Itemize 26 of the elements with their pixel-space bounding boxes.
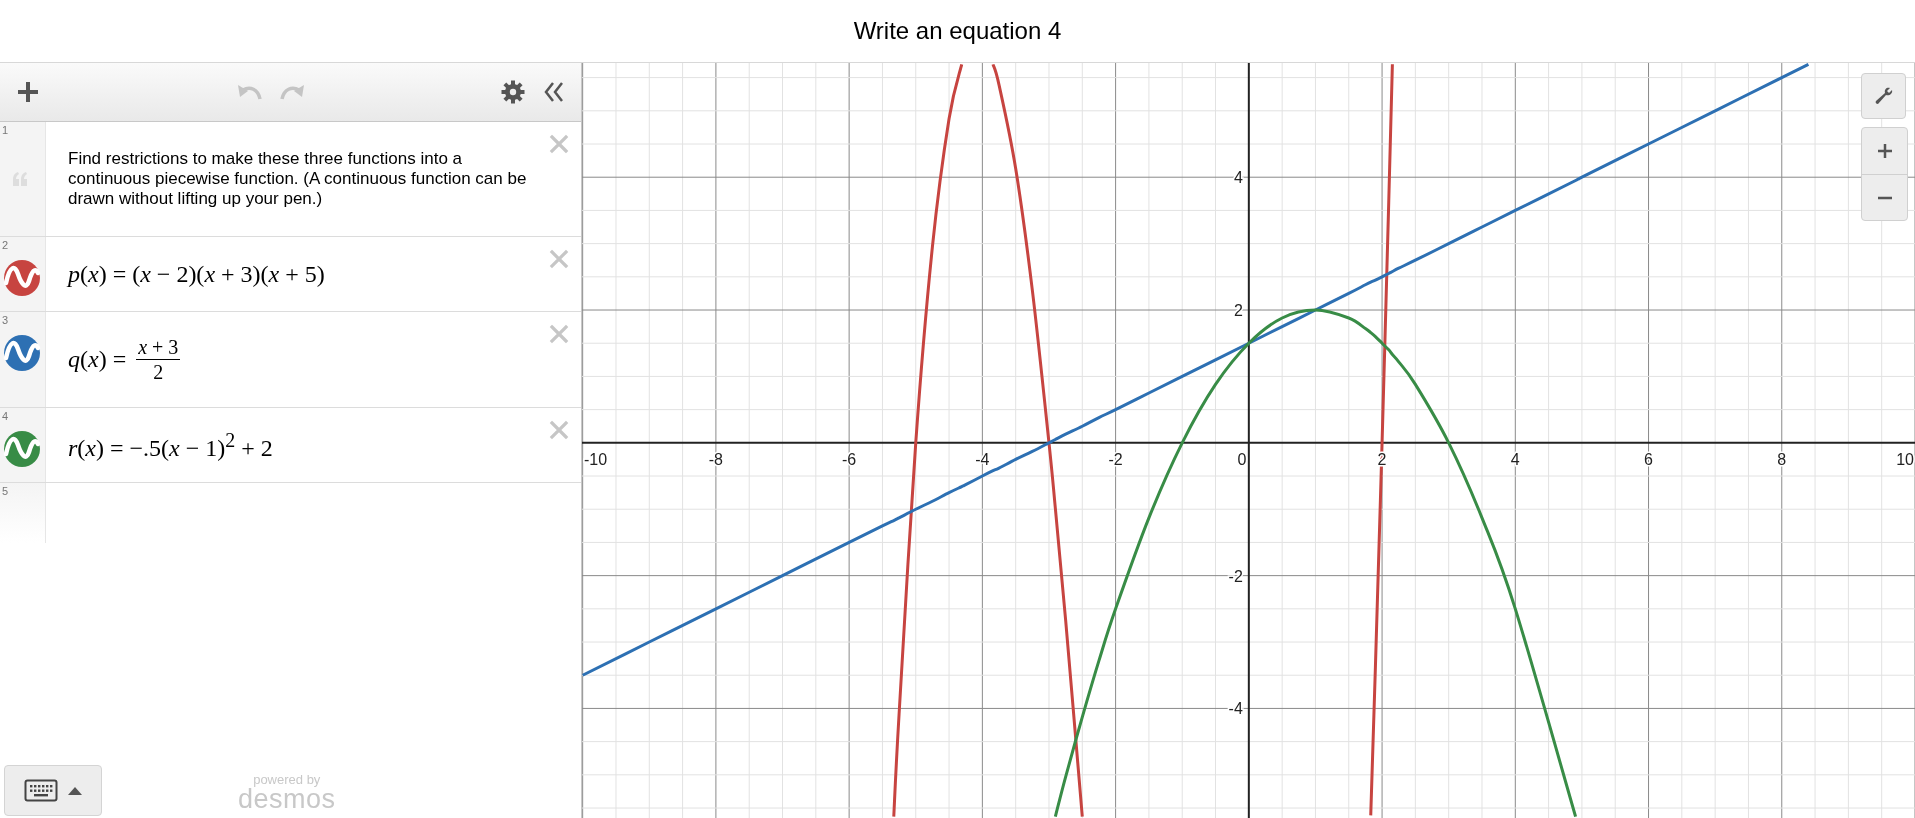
tick-label: 0 — [1237, 450, 1247, 468]
math-expression[interactable]: p(x) = (x − 2)(x + 3)(x + 5) — [68, 260, 325, 288]
tick-label: -4 — [975, 450, 990, 468]
page-title: Write an equation 4 — [853, 17, 1062, 45]
tick-label: -4 — [1228, 700, 1243, 718]
note-text: Find restrictions to make these three functions into a continuous piecewise function. (A continuous function can be drawn without lifting up your pen.) — [68, 148, 528, 210]
tick-label: 4 — [1233, 169, 1243, 187]
fraction-denominator: 2 — [152, 360, 165, 384]
row-number: 2 — [2, 239, 9, 251]
tick-label: 8 — [1777, 450, 1787, 468]
tick-label: 2 — [1233, 302, 1243, 319]
tick-label: -2 — [1108, 450, 1123, 468]
math-expression[interactable]: r(x) = −.5(x − 1)$^{2}$ + 2 — [68, 428, 273, 462]
tick-label: 6 — [1644, 450, 1653, 468]
math-expression[interactable]: q(x) = — [68, 346, 127, 373]
tick-label: 10 — [1896, 450, 1914, 468]
tick-label: -2 — [1228, 567, 1243, 585]
tick-label: -10 — [584, 450, 608, 468]
tick-label: -6 — [842, 450, 857, 468]
row-number: 1 — [2, 124, 9, 136]
fraction-numerator: x + 3 — [136, 335, 181, 360]
row-number: 5 — [2, 485, 9, 497]
row-number: 3 — [2, 314, 9, 326]
tick-label: -8 — [708, 450, 723, 468]
tick-label: 4 — [1510, 450, 1520, 468]
row-number: 4 — [2, 410, 9, 422]
